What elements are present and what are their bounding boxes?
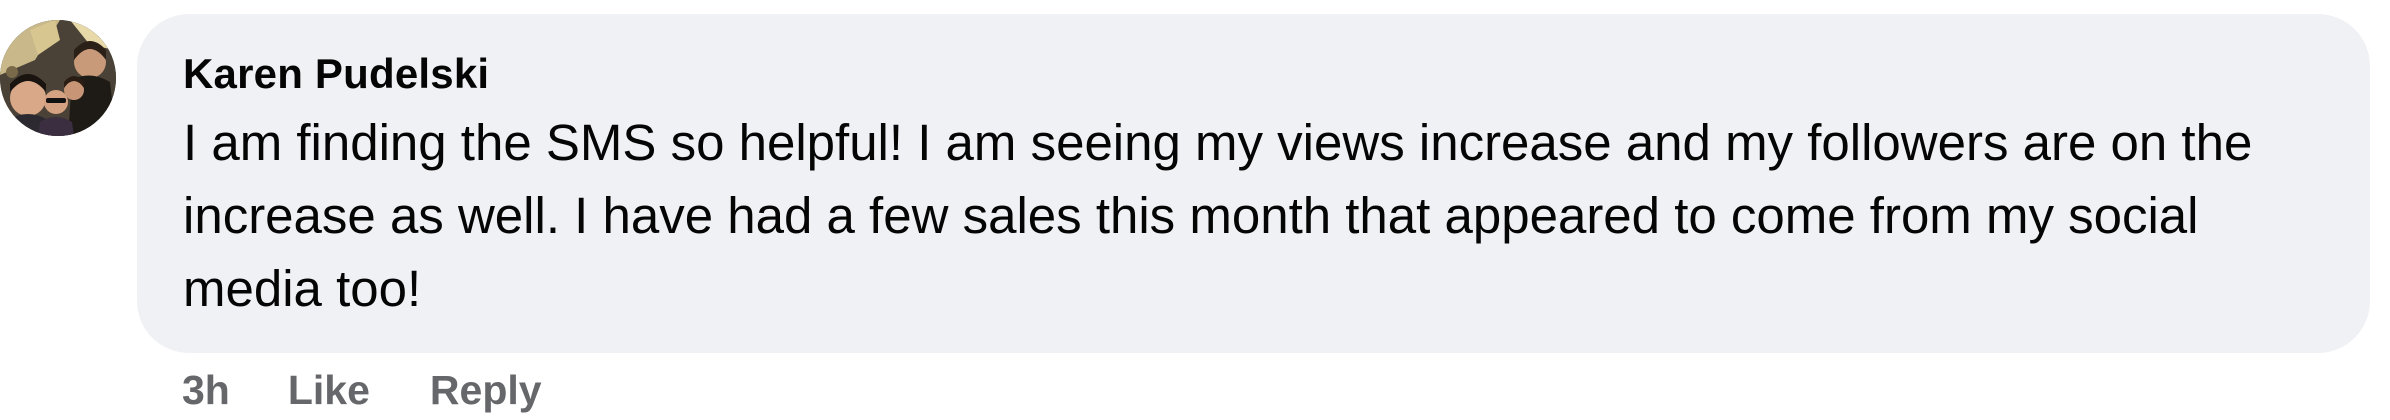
comment-bubble: Karen Pudelski I am finding the SMS so h…: [137, 14, 2370, 353]
comment-author[interactable]: Karen Pudelski: [183, 46, 2324, 102]
comment-text: I am finding the SMS so helpful! I am se…: [183, 114, 2253, 317]
like-button[interactable]: Like: [288, 367, 370, 414]
reply-button[interactable]: Reply: [430, 367, 542, 414]
comment-timestamp[interactable]: 3h: [182, 367, 230, 414]
avatar-photo-icon: [0, 20, 116, 136]
comment: Karen Pudelski I am finding the SMS so h…: [0, 0, 2390, 420]
avatar[interactable]: [0, 20, 116, 136]
comment-actions: 3h Like Reply: [182, 362, 602, 418]
